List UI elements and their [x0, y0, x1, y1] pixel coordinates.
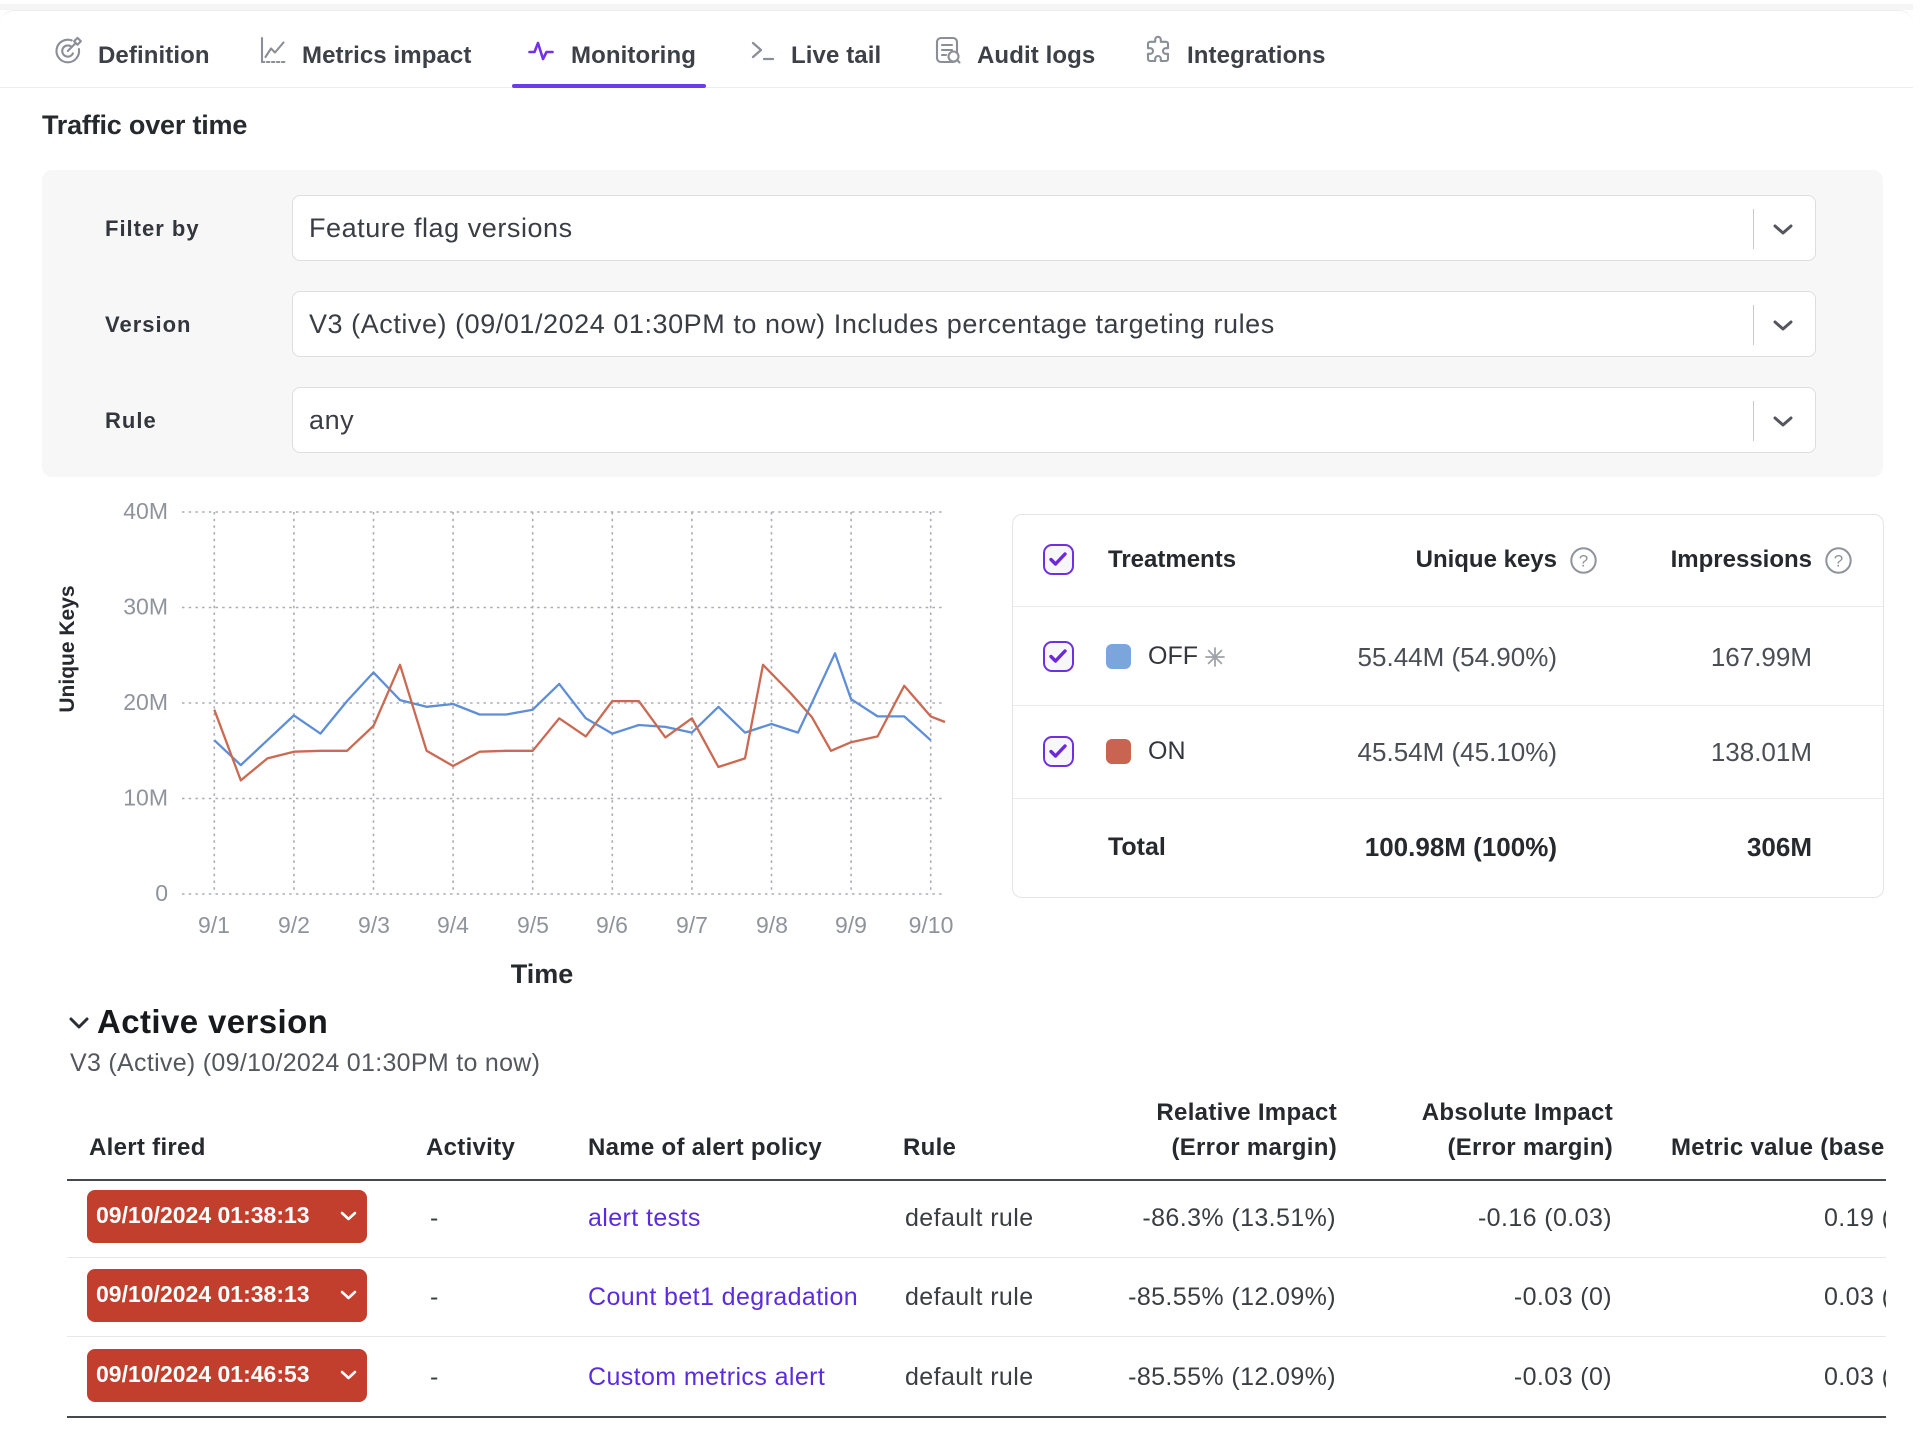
svg-text:9/1: 9/1	[198, 912, 230, 938]
svg-text:30M: 30M	[123, 594, 168, 620]
svg-text:9/6: 9/6	[596, 912, 628, 938]
svg-text:9/2: 9/2	[278, 912, 310, 938]
svg-text:10M: 10M	[123, 785, 168, 811]
svg-text:9/10: 9/10	[909, 912, 954, 938]
svg-text:?: ?	[1834, 552, 1843, 571]
svg-text:Unique Keys: Unique Keys	[56, 585, 79, 712]
svg-text:0: 0	[155, 880, 168, 906]
svg-text:40M: 40M	[123, 498, 168, 524]
svg-text:9/5: 9/5	[517, 912, 549, 938]
svg-text:9/4: 9/4	[437, 912, 469, 938]
svg-text:9/3: 9/3	[358, 912, 390, 938]
svg-text:9/7: 9/7	[676, 912, 708, 938]
svg-text:20M: 20M	[123, 689, 168, 715]
svg-text:Time: Time	[511, 959, 574, 989]
svg-text:9/8: 9/8	[756, 912, 788, 938]
svg-text:9/9: 9/9	[835, 912, 867, 938]
